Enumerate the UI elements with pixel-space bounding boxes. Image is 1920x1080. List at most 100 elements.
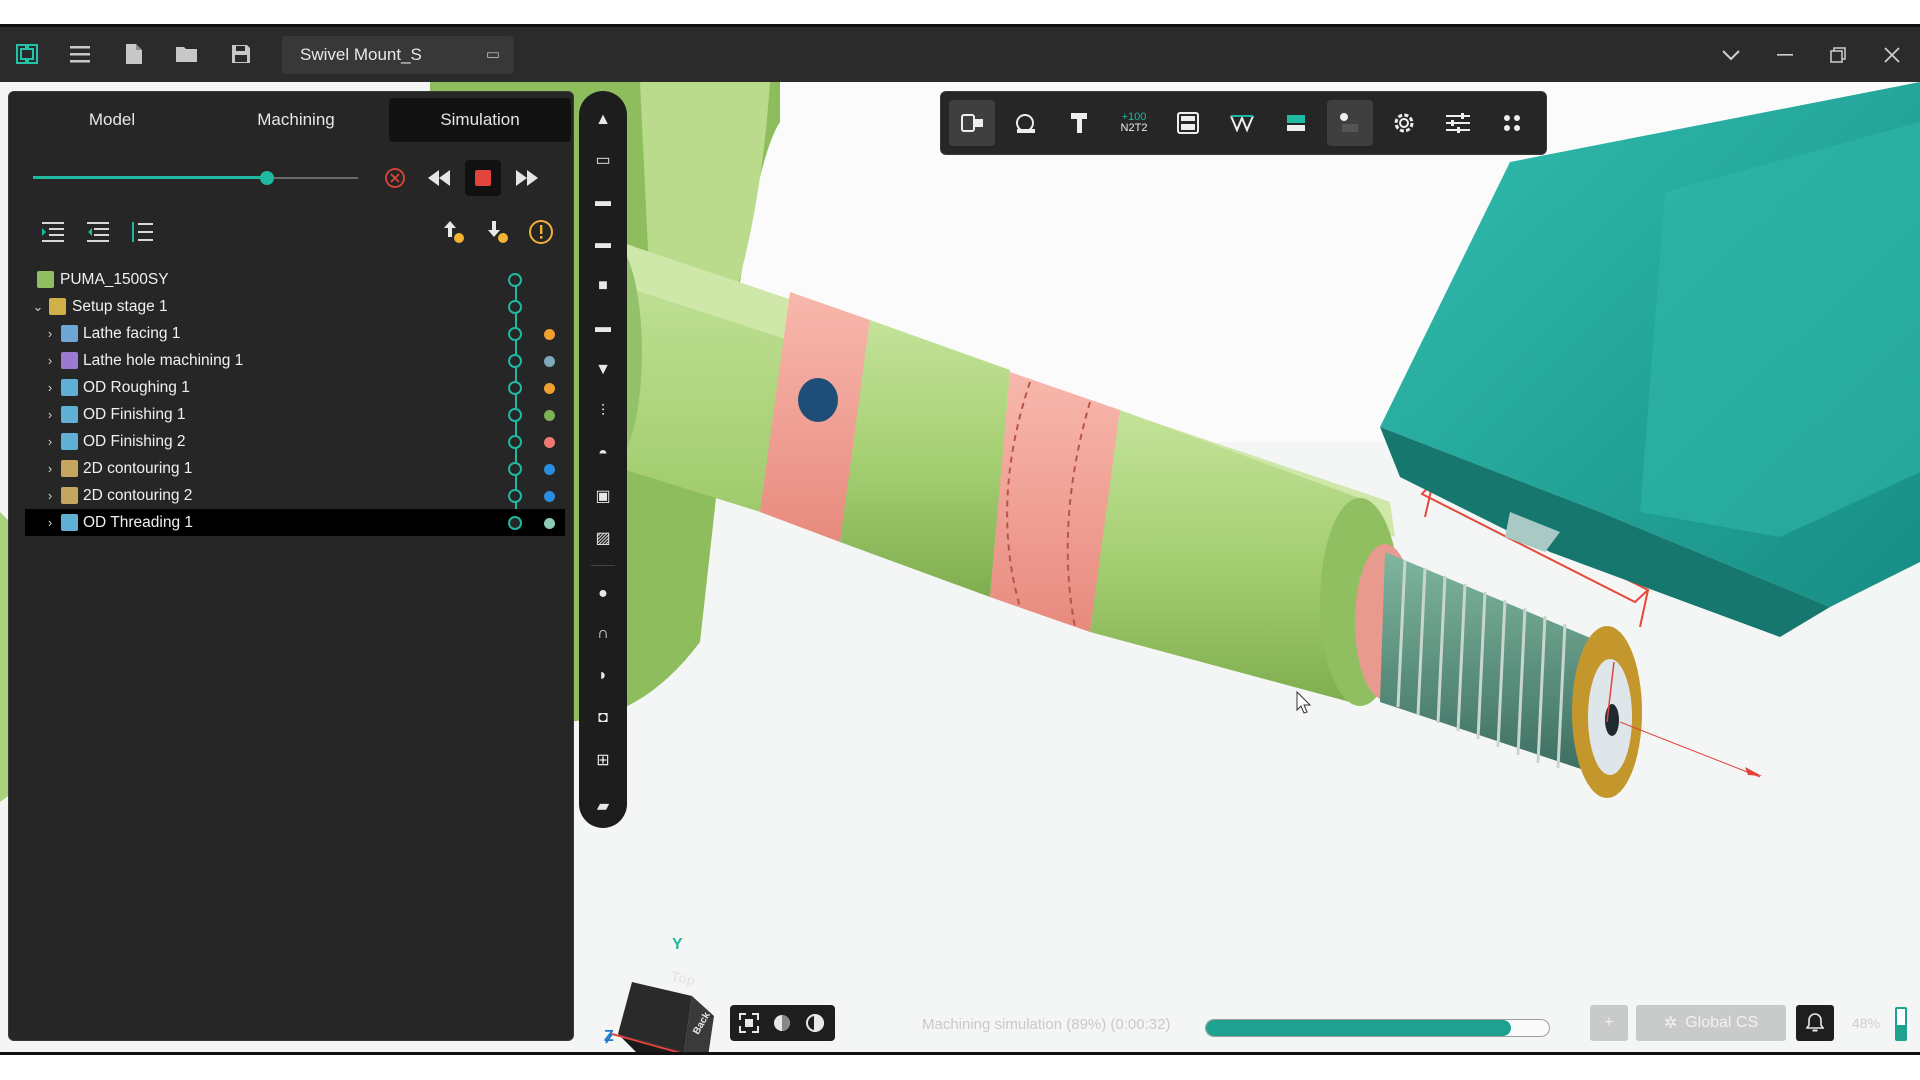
chevron-down-icon[interactable]: ⌄ <box>31 293 45 320</box>
notifications-button[interactable] <box>1796 1005 1834 1041</box>
document-tab[interactable]: Swivel Mount_S ▭ <box>282 36 514 74</box>
panel-tabs: Model Machining Simulation <box>21 98 571 142</box>
tab-model[interactable]: Model <box>21 98 203 142</box>
status-node-icon <box>508 489 522 503</box>
fast-forward-icon[interactable] <box>509 160 545 196</box>
stock-icon[interactable] <box>1273 100 1319 146</box>
tree-row-setup[interactable]: ⌄ Setup stage 1 <box>25 293 565 320</box>
add-button[interactable]: + <box>1590 1005 1628 1041</box>
operation-label: 2D contouring 1 <box>83 460 193 477</box>
hamburger-menu-icon[interactable] <box>63 37 97 71</box>
machine-view-1-icon[interactable]: ▭ <box>588 145 618 175</box>
tree-row-operation[interactable]: › Lathe hole machining 1 <box>25 347 565 374</box>
machine-view-2-icon[interactable]: ▬ <box>588 187 618 217</box>
settings-gear-icon[interactable] <box>1381 100 1427 146</box>
operation-color-dot <box>544 437 555 448</box>
chevron-down-icon[interactable] <box>1711 35 1751 75</box>
zoom-indicator[interactable] <box>1895 1007 1907 1041</box>
chevron-right-icon[interactable]: › <box>43 455 57 482</box>
operation-label: OD Roughing 1 <box>83 379 190 396</box>
clamp-view-icon[interactable] <box>949 100 995 146</box>
operation-label: 2D contouring 2 <box>83 487 193 504</box>
tree-row-machine[interactable]: PUMA_1500SY <box>25 266 565 293</box>
stop-button[interactable] <box>465 160 501 196</box>
machine-view-3-icon[interactable]: ▬ <box>588 229 618 259</box>
workpiece-icon[interactable] <box>1327 100 1373 146</box>
operation-color-dot <box>544 464 555 475</box>
point-icon[interactable]: ● <box>588 579 618 609</box>
window-mode-icon[interactable]: ▭ <box>486 36 500 74</box>
view-toolbar: +100 N2T2 <box>940 91 1547 155</box>
minimize-icon[interactable] <box>1765 35 1805 75</box>
chevron-right-icon[interactable]: › <box>43 401 57 428</box>
holder-view-icon[interactable] <box>1057 100 1103 146</box>
fit-view-icon[interactable] <box>734 1008 764 1038</box>
tree-row-operation[interactable]: › 2D contouring 1 <box>25 455 565 482</box>
chevron-right-icon[interactable]: › <box>43 428 57 455</box>
collapse-all-icon[interactable] <box>80 214 116 250</box>
tree-row-operation[interactable]: › Lathe facing 1 <box>25 320 565 347</box>
tool-view-icon[interactable] <box>1003 100 1049 146</box>
chevron-right-icon[interactable]: › <box>43 482 57 509</box>
coordinate-system-button[interactable]: ✲ Global CS <box>1636 1005 1786 1041</box>
tab-machining[interactable]: Machining <box>205 98 387 142</box>
view-cube[interactable]: Top Back Y Z X <box>596 936 746 1055</box>
chevron-right-icon[interactable]: › <box>43 320 57 347</box>
shading-icon[interactable] <box>767 1008 797 1038</box>
more-apps-icon[interactable] <box>1489 100 1535 146</box>
open-folder-icon[interactable] <box>170 37 204 71</box>
rewind-icon[interactable] <box>421 160 457 196</box>
app-logo-icon[interactable] <box>10 37 44 71</box>
surface-icon[interactable]: ◗ <box>588 661 618 691</box>
hatch-display-icon[interactable]: ▨ <box>588 523 618 553</box>
section-view-icon[interactable] <box>800 1008 830 1038</box>
tool-display-icon[interactable]: ▼ <box>588 355 618 385</box>
chevron-right-icon[interactable]: › <box>43 374 57 401</box>
solid-icon[interactable]: ▰ <box>588 791 618 821</box>
status-node-icon <box>508 300 522 314</box>
new-file-icon[interactable] <box>117 37 151 71</box>
collapse-up-icon[interactable]: ▲ <box>588 105 618 135</box>
numbered-list-icon[interactable] <box>124 214 160 250</box>
fixture-display-icon[interactable]: ◓ <box>588 439 618 469</box>
move-up-warning-icon[interactable] <box>435 214 471 250</box>
close-icon[interactable] <box>1872 35 1912 75</box>
chevron-right-icon[interactable]: › <box>43 347 57 374</box>
machine-view-4-icon[interactable]: ■ <box>588 271 618 301</box>
operation-label: Lathe hole machining 1 <box>83 352 244 369</box>
move-down-warning-icon[interactable] <box>479 214 515 250</box>
chevron-right-icon[interactable]: › <box>43 509 57 536</box>
warning-icon[interactable] <box>523 214 559 250</box>
toolpath-icon[interactable] <box>1219 100 1265 146</box>
curve-icon[interactable]: ∩ <box>588 619 618 649</box>
operation-type-icon <box>61 433 78 450</box>
expand-all-icon[interactable] <box>35 214 71 250</box>
view-mode-bar <box>730 1005 835 1041</box>
spindle-display-icon[interactable]: ▣ <box>588 481 618 511</box>
tree-row-operation[interactable]: › OD Finishing 1 <box>25 401 565 428</box>
title-bar: Swivel Mount_S ▭ <box>0 27 1920 82</box>
simulation-slider-fill <box>33 176 267 179</box>
simulation-slider-thumb[interactable] <box>260 171 274 185</box>
tab-simulation[interactable]: Simulation <box>389 98 571 142</box>
restore-icon[interactable] <box>1818 35 1858 75</box>
options-sliders-icon[interactable] <box>1435 100 1481 146</box>
tree-row-operation[interactable]: › OD Roughing 1 <box>25 374 565 401</box>
n2t2-icon[interactable]: +100 N2T2 <box>1111 100 1157 146</box>
tree-row-operation[interactable]: › OD Finishing 2 <box>25 428 565 455</box>
simulation-slider[interactable] <box>33 171 358 185</box>
cancel-icon[interactable] <box>377 160 413 196</box>
surface-shaded-icon[interactable]: ◘ <box>588 703 618 733</box>
drill-display-icon[interactable]: ⫶ <box>588 397 618 427</box>
tree-row-operation[interactable]: › 2D contouring 2 <box>25 482 565 509</box>
operation-type-icon <box>61 379 78 396</box>
z-axis-label: Z <box>604 1028 614 1045</box>
mesh-icon[interactable]: ⊞ <box>588 745 618 775</box>
machine-panel-icon[interactable] <box>1165 100 1211 146</box>
operation-type-icon <box>61 325 78 342</box>
tree-row-operation[interactable]: › OD Threading 1 <box>25 509 565 536</box>
save-icon[interactable] <box>224 37 258 71</box>
operation-type-icon <box>61 460 78 477</box>
view-cube-graphic[interactable] <box>596 942 746 1055</box>
stock-display-icon[interactable]: ▬ <box>588 313 618 343</box>
